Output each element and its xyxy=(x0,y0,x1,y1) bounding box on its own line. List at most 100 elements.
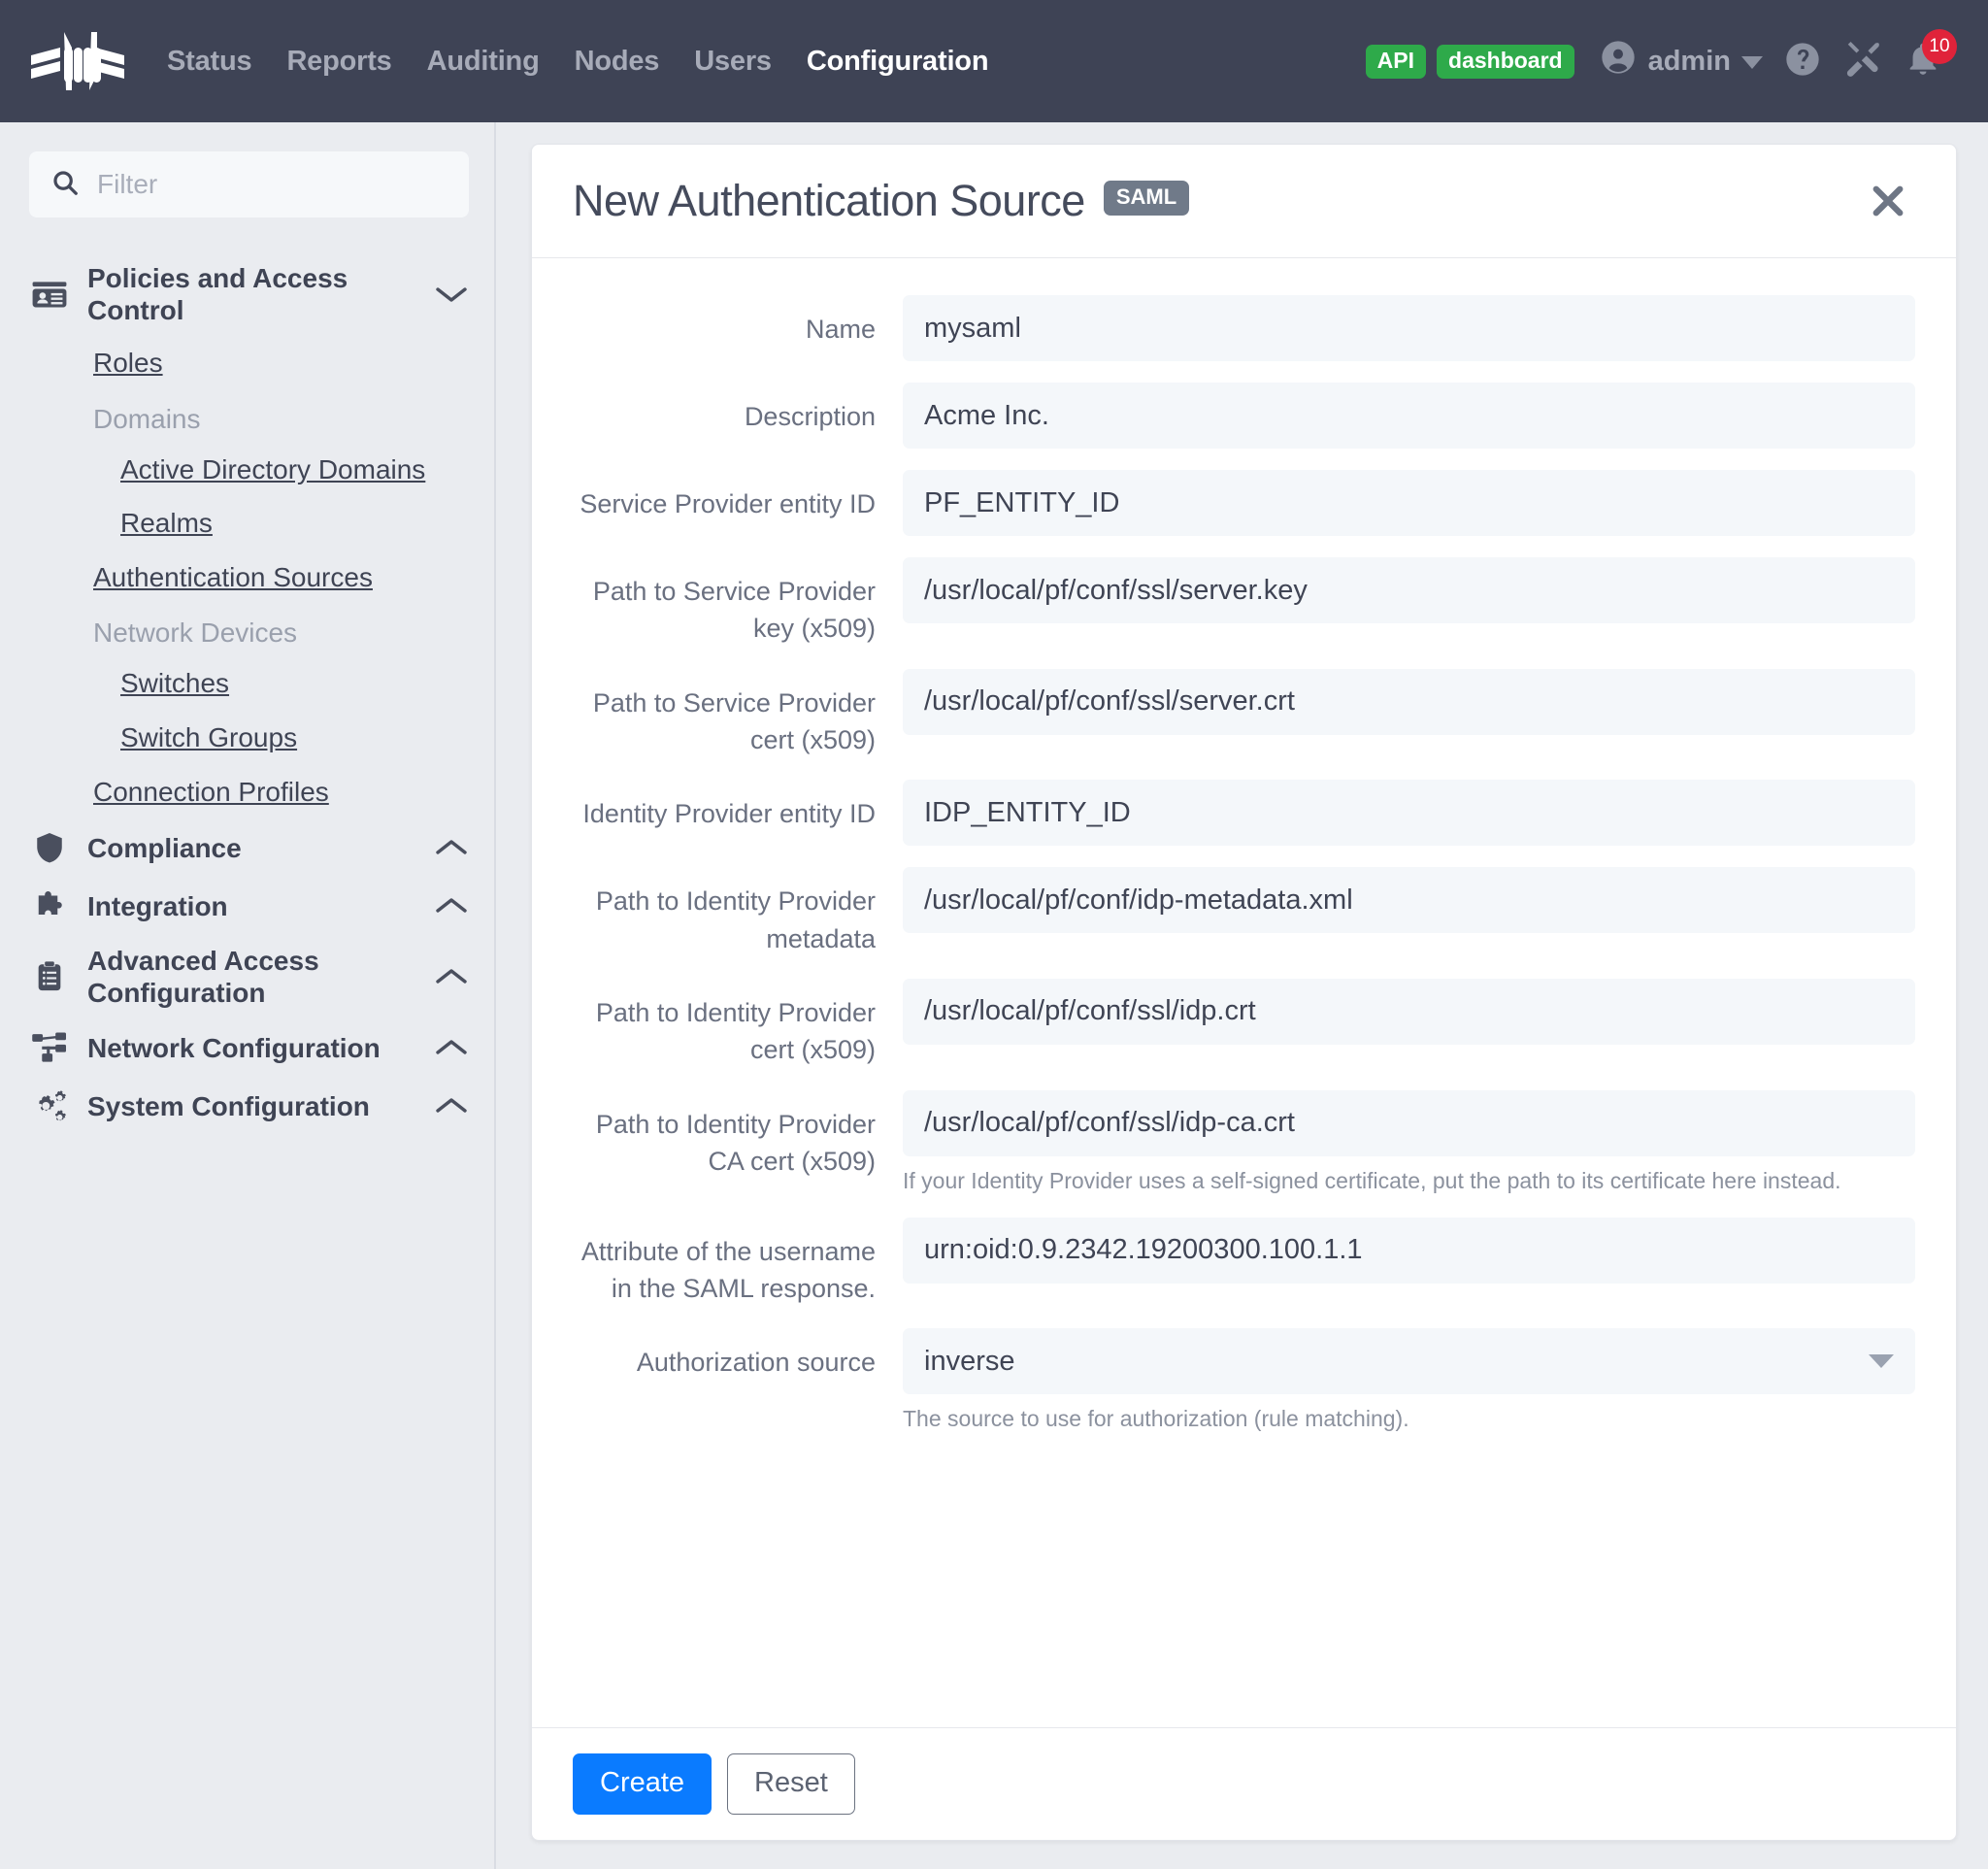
field-label: Service Provider entity ID xyxy=(580,489,876,518)
sp-cert-path-field[interactable]: /usr/local/pf/conf/ssl/server.crt xyxy=(903,668,1915,735)
field-label: Identity Provider entity ID xyxy=(582,799,876,829)
search-input[interactable] xyxy=(97,169,447,200)
form-row-idp-metadata-path: Path to Identity Provider metadata /usr/… xyxy=(573,867,1915,957)
form-row-sp-entity-id: Service Provider entity ID PF_ENTITY_ID xyxy=(573,470,1915,536)
sitemap-icon xyxy=(29,1031,70,1064)
chevron-up-icon[interactable] xyxy=(434,838,469,857)
sidebar-group-label: Network Configuration xyxy=(87,1032,381,1063)
chevron-up-icon[interactable] xyxy=(434,1096,469,1116)
sidebar-group-label: Advanced Access Configuration xyxy=(87,946,319,1009)
sidebar-group-compliance[interactable]: Compliance xyxy=(29,818,469,877)
notification-count-badge: 10 xyxy=(1922,29,1957,64)
question-circle-icon xyxy=(1783,40,1822,83)
sidebar-group-system-configuration[interactable]: System Configuration xyxy=(29,1077,469,1135)
help-button[interactable] xyxy=(1773,31,1833,91)
sidebar-item-realms[interactable]: Realms xyxy=(29,496,469,551)
field-label: Attribute of the username in the SAML re… xyxy=(580,1236,876,1303)
username-attribute-field[interactable]: urn:oid:0.9.2342.19200300.100.1.1 xyxy=(903,1217,1915,1284)
field-label: Path to Identity Provider CA cert (x509) xyxy=(595,1109,876,1176)
form-row-authorization-source: Authorization source inverse The source … xyxy=(573,1328,1915,1434)
sidebar-group-policies-and-access-control[interactable]: Policies and Access Control xyxy=(29,252,469,336)
modal-header: New Authentication Source SAML xyxy=(532,145,1956,258)
idp-cert-path-field[interactable]: /usr/local/pf/conf/ssl/idp.crt xyxy=(903,978,1915,1045)
reset-button[interactable]: Reset xyxy=(727,1752,855,1815)
sidebar-group-advanced-access-configuration[interactable]: Advanced Access Configuration xyxy=(29,935,469,1018)
field-label: Path to Service Provider key (x509) xyxy=(592,577,876,644)
sidebar-item-active-directory-domains[interactable]: Active Directory Domains xyxy=(29,443,469,497)
sidebar-item-authentication-sources[interactable]: Authentication Sources xyxy=(29,551,469,605)
chevron-up-icon[interactable] xyxy=(434,967,469,986)
modal-body: Name mysaml Description Acme Inc. Servic… xyxy=(532,258,1956,1727)
idp-metadata-path-field[interactable]: /usr/local/pf/conf/idp-metadata.xml xyxy=(903,867,1915,934)
form-row-idp-entity-id: Identity Provider entity ID IDP_ENTITY_I… xyxy=(573,780,1915,847)
nav-link-nodes[interactable]: Nodes xyxy=(557,46,678,78)
chevron-down-icon[interactable] xyxy=(434,284,469,304)
sidebar-subheader-domains: Domains xyxy=(93,403,201,434)
sidebar-item-connection-profiles[interactable]: Connection Profiles xyxy=(29,765,469,819)
sidebar-subheader-network-devices: Network Devices xyxy=(93,617,298,649)
close-icon[interactable] xyxy=(1861,174,1915,228)
authorization-source-select[interactable]: inverse xyxy=(903,1328,1915,1395)
sidebar-item-switches[interactable]: Switches xyxy=(29,656,469,711)
description-field[interactable]: Acme Inc. xyxy=(903,383,1915,449)
field-label: Path to Identity Provider cert (x509) xyxy=(595,997,876,1065)
field-help-text: The source to use for authorization (rul… xyxy=(903,1406,1409,1432)
sidebar-group-label: System Configuration xyxy=(87,1090,370,1121)
top-navbar: Status Reports Auditing Nodes Users Conf… xyxy=(0,0,1988,122)
nav-link-status[interactable]: Status xyxy=(149,46,269,78)
field-help-text: If your Identity Provider uses a self-si… xyxy=(903,1167,1841,1193)
nav-link-configuration[interactable]: Configuration xyxy=(789,46,1006,78)
nav-link-reports[interactable]: Reports xyxy=(269,46,409,78)
wrench-screwdriver-icon xyxy=(1842,39,1883,84)
form-row-description: Description Acme Inc. xyxy=(573,383,1915,449)
idp-entity-id-field[interactable]: IDP_ENTITY_ID xyxy=(903,780,1915,847)
chevron-down-icon xyxy=(1741,46,1763,78)
sp-entity-id-field[interactable]: PF_ENTITY_ID xyxy=(903,470,1915,536)
sidebar-group-label: Compliance xyxy=(87,832,242,863)
api-badge[interactable]: API xyxy=(1365,44,1427,79)
nav-link-auditing[interactable]: Auditing xyxy=(410,46,557,78)
sp-key-path-field[interactable]: /usr/local/pf/conf/ssl/server.key xyxy=(903,557,1915,623)
status-badge: SAML xyxy=(1103,181,1190,216)
sidebar-group-network-configuration[interactable]: Network Configuration xyxy=(29,1018,469,1077)
field-label: Name xyxy=(805,315,876,344)
create-button[interactable]: Create xyxy=(573,1752,712,1815)
field-label: Path to Identity Provider metadata xyxy=(595,886,876,953)
user-name-label: admin xyxy=(1647,45,1731,77)
form-row-idp-ca-cert-path: Path to Identity Provider CA cert (x509)… xyxy=(573,1089,1915,1196)
sidebar-item-switch-groups[interactable]: Switch Groups xyxy=(29,711,469,765)
packetfence-logo-icon[interactable] xyxy=(27,26,128,96)
name-field[interactable]: mysaml xyxy=(903,295,1915,361)
search-icon xyxy=(50,168,80,202)
user-menu[interactable]: admin xyxy=(1599,38,1763,84)
idp-ca-cert-path-field[interactable]: /usr/local/pf/conf/ssl/idp-ca.crt xyxy=(903,1089,1915,1156)
form-row-sp-cert-path: Path to Service Provider cert (x509) /us… xyxy=(573,668,1915,759)
form-row-idp-cert-path: Path to Identity Provider cert (x509) /u… xyxy=(573,978,1915,1069)
id-card-icon xyxy=(29,276,70,313)
clipboard-icon xyxy=(29,959,70,994)
authorization-source-selected-value: inverse xyxy=(924,1345,1015,1377)
gears-icon xyxy=(29,1087,70,1124)
page-body: Policies and Access Control Roles Domain… xyxy=(0,122,1988,1869)
form-row-name: Name mysaml xyxy=(573,295,1915,361)
tools-button[interactable] xyxy=(1833,31,1893,91)
sidebar-group-label: Integration xyxy=(87,890,228,921)
sidebar-item-roles[interactable]: Roles xyxy=(29,336,469,390)
modal-footer: Create Reset xyxy=(532,1726,1956,1840)
field-label: Path to Service Provider cert (x509) xyxy=(592,687,876,754)
sidebar-group-label: Policies and Access Control xyxy=(87,263,348,326)
form-row-username-attribute: Attribute of the username in the SAML re… xyxy=(573,1217,1915,1308)
sidebar: Policies and Access Control Roles Domain… xyxy=(0,122,496,1869)
new-authentication-source-modal: New Authentication Source SAML Name mysa… xyxy=(531,144,1957,1841)
chevron-up-icon[interactable] xyxy=(434,896,469,916)
sidebar-filter[interactable] xyxy=(29,151,469,217)
chevron-up-icon[interactable] xyxy=(434,1038,469,1057)
notifications-button[interactable]: 10 xyxy=(1893,29,1957,91)
navbar-right-tools: API dashboard admin 10 xyxy=(1365,29,1957,91)
dashboard-badge[interactable]: dashboard xyxy=(1437,44,1574,79)
nav-link-users[interactable]: Users xyxy=(677,46,789,78)
main-nav: Status Reports Auditing Nodes Users Conf… xyxy=(149,46,1006,78)
page-title: New Authentication Source xyxy=(573,176,1085,225)
sidebar-group-integration[interactable]: Integration xyxy=(29,877,469,935)
field-label: Description xyxy=(744,402,876,431)
